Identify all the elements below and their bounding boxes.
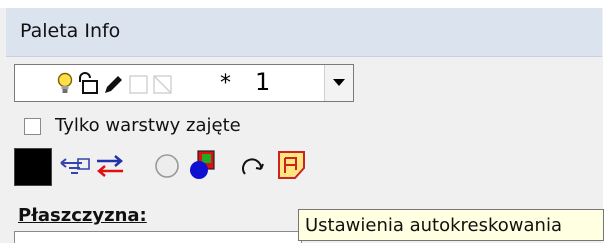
autohatch-icon: [278, 151, 305, 179]
color-box-icon: [129, 75, 148, 94]
color-shapes-icon: [190, 150, 215, 179]
swap-button[interactable]: [93, 148, 127, 184]
pointing-hand-button[interactable]: [58, 148, 92, 184]
pencil-icon: [105, 76, 122, 93]
circle-button[interactable]: [150, 148, 184, 184]
autohatch-button[interactable]: [274, 148, 308, 184]
only-occupied-label: Tylko warstwy zajęte: [55, 115, 241, 136]
lock-icon: [79, 72, 98, 94]
layer-state-icons: [57, 72, 172, 94]
rotate-button[interactable]: [236, 148, 270, 184]
rotate-icon: [242, 158, 264, 175]
color-shapes-button[interactable]: [186, 148, 220, 184]
only-occupied-checkbox[interactable]: [24, 118, 41, 135]
plane-label: Płaszczyzna:: [18, 205, 147, 226]
autohatch-tooltip: Ustawienia autokreskowania: [298, 209, 604, 241]
circle-icon: [155, 154, 179, 178]
dropdown-button[interactable]: [324, 65, 353, 101]
chevron-down-icon: [333, 79, 345, 86]
panel-title-bar: Paleta Info: [6, 8, 602, 57]
plane-field[interactable]: [14, 231, 302, 243]
window-top-border: [0, 0, 607, 8]
pointing-hand-icon: [60, 158, 90, 174]
layer-star: *: [220, 71, 231, 96]
tooltip-text: Ustawienia autokreskowania: [305, 215, 562, 236]
panel-title: Paleta Info: [20, 20, 121, 42]
window-right-border: [603, 0, 607, 243]
hatch-box-icon: [153, 75, 172, 94]
layer-number: 1: [255, 68, 271, 96]
layer-dropdown[interactable]: * 1: [14, 64, 354, 102]
swap-arrows-icon: [97, 155, 123, 177]
lightbulb-icon: [57, 72, 73, 93]
color-swatch[interactable]: [14, 148, 52, 186]
